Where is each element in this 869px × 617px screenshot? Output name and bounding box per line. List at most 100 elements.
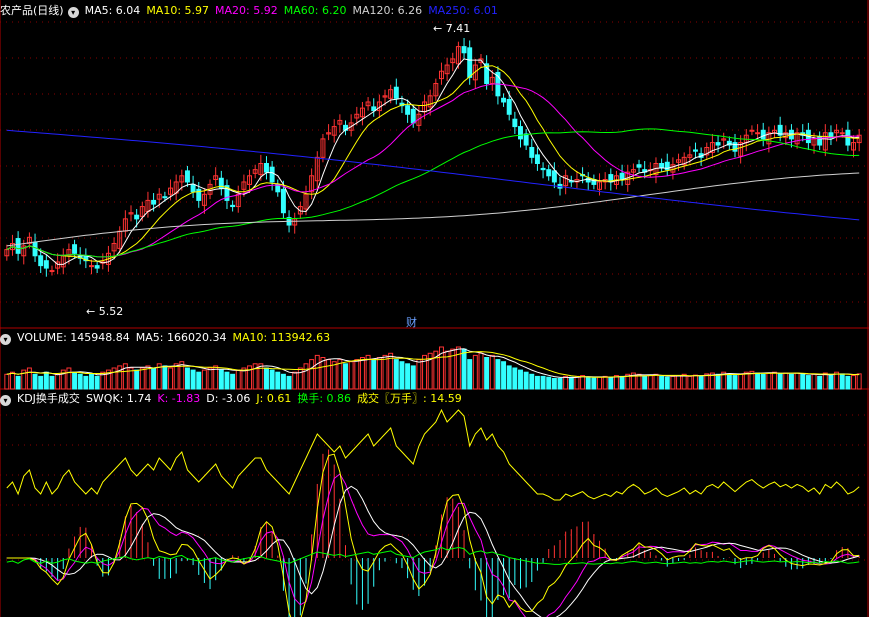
- volume-bar: [851, 375, 857, 390]
- volume-bar: [416, 359, 422, 390]
- volume-bar: [856, 373, 862, 390]
- candle-body: [749, 129, 755, 132]
- volume-bar: [805, 375, 811, 390]
- candle-body: [280, 188, 286, 214]
- volume-bar: [207, 367, 213, 390]
- candle-body: [190, 183, 196, 193]
- kdj-panel-header: ▾ KDJ换手成交 SWQK: 1.74 K: -1.83 D: -3.06 J: 0.6…: [0, 391, 468, 407]
- low-price-label: ← 5.52: [86, 305, 124, 318]
- volume-bar: [190, 369, 196, 390]
- volume-bar: [162, 365, 168, 390]
- candle-body: [151, 199, 157, 205]
- volume-bar: [410, 365, 416, 390]
- volume-bar: [676, 375, 682, 390]
- volume-bar: [89, 373, 94, 390]
- volume-bar: [168, 367, 173, 390]
- volume-bar: [151, 367, 157, 390]
- volume-bar: [297, 367, 303, 390]
- volume-label: VOLUME: 145948.84: [17, 331, 130, 344]
- candle-body: [410, 108, 416, 124]
- ma60-label: MA60: 6.20: [283, 4, 347, 17]
- volume-bar: [26, 367, 32, 390]
- volume-bar: [405, 363, 411, 390]
- candle-body: [162, 196, 168, 199]
- volume-bar: [235, 369, 241, 390]
- volume-bar: [15, 375, 21, 390]
- volume-bar: [258, 363, 264, 390]
- candle-body: [546, 169, 552, 177]
- low-price-value: 5.52: [98, 305, 124, 318]
- volume-bar: [732, 375, 738, 390]
- stock-chart[interactable]: [0, 0, 869, 617]
- volume-bar: [38, 375, 44, 390]
- ma120-label: MA120: 6.26: [352, 4, 423, 17]
- volume-bar: [320, 357, 326, 390]
- candle-body: [38, 255, 44, 267]
- volume-bar: [534, 375, 540, 390]
- chevron-down-icon[interactable]: ▾: [67, 7, 79, 18]
- volume-bar: [834, 371, 840, 390]
- volume-bar: [738, 373, 744, 390]
- volume-bar: [529, 373, 535, 390]
- volume-bar: [845, 375, 851, 390]
- volume-bar: [540, 375, 546, 390]
- candle-body: [72, 244, 78, 254]
- finance-marker[interactable]: 财: [406, 314, 417, 330]
- volume-bar: [218, 369, 224, 390]
- volume-bar: [49, 375, 55, 390]
- volume-bar: [642, 375, 648, 390]
- volume-bar: [693, 374, 698, 390]
- candle-body: [184, 170, 190, 183]
- volume-bar: [715, 373, 721, 390]
- ma120-line: [6, 172, 860, 247]
- volume-bar: [800, 373, 806, 390]
- volume-bar: [597, 376, 602, 390]
- candle-body: [760, 129, 766, 140]
- ma5-label: MA5: 6.04: [84, 4, 141, 17]
- chevron-down-icon[interactable]: ▾: [0, 334, 11, 345]
- volume-bar: [354, 359, 360, 390]
- volume-bar: [461, 348, 467, 390]
- volume-bar: [224, 371, 230, 390]
- volume-bar: [32, 373, 38, 390]
- volume-bar: [794, 372, 800, 390]
- candle-body: [506, 99, 512, 115]
- volume-bar: [484, 357, 490, 390]
- candle-body: [755, 132, 761, 135]
- volume-bar: [743, 371, 749, 390]
- candle-body: [693, 149, 698, 152]
- volume-bar: [179, 361, 185, 390]
- volume-bar: [467, 359, 473, 390]
- volume-bar: [647, 375, 653, 390]
- candle-body: [393, 86, 399, 99]
- ma20-label: MA20: 5.92: [215, 4, 278, 17]
- chevron-down-icon[interactable]: ▾: [0, 395, 11, 406]
- swqk-label: SWQK: 1.74: [85, 392, 152, 405]
- volume-bar: [512, 367, 518, 390]
- volume-bar: [343, 363, 348, 390]
- volume-bar: [286, 375, 292, 390]
- candle-body: [529, 147, 535, 158]
- volume-bar: [94, 375, 100, 390]
- ma10-line: [6, 65, 860, 262]
- ma5-line: [6, 58, 860, 265]
- volume-bar: [659, 375, 665, 390]
- volume-bar: [518, 369, 523, 390]
- volume-bar: [134, 369, 140, 390]
- volume-bar: [230, 373, 236, 390]
- volume-panel-header: ▾ VOLUME: 145948.84 MA5: 166020.34 MA10: 11…: [0, 330, 336, 346]
- volume-bar: [585, 376, 591, 390]
- volume-bar: [574, 375, 580, 390]
- volume-bar: [275, 371, 281, 390]
- volume-bar: [495, 359, 501, 390]
- candle-body: [636, 164, 642, 168]
- candle-body: [15, 238, 21, 254]
- candle-body: [501, 97, 507, 103]
- candle-body: [49, 270, 55, 273]
- volume-bar: [4, 373, 10, 390]
- volume-bar: [55, 373, 61, 390]
- volume-bar: [687, 375, 693, 390]
- deal-label: 成交〖万手〗: 14.59: [357, 392, 462, 405]
- candle-body: [264, 163, 269, 173]
- candle-body: [523, 133, 529, 146]
